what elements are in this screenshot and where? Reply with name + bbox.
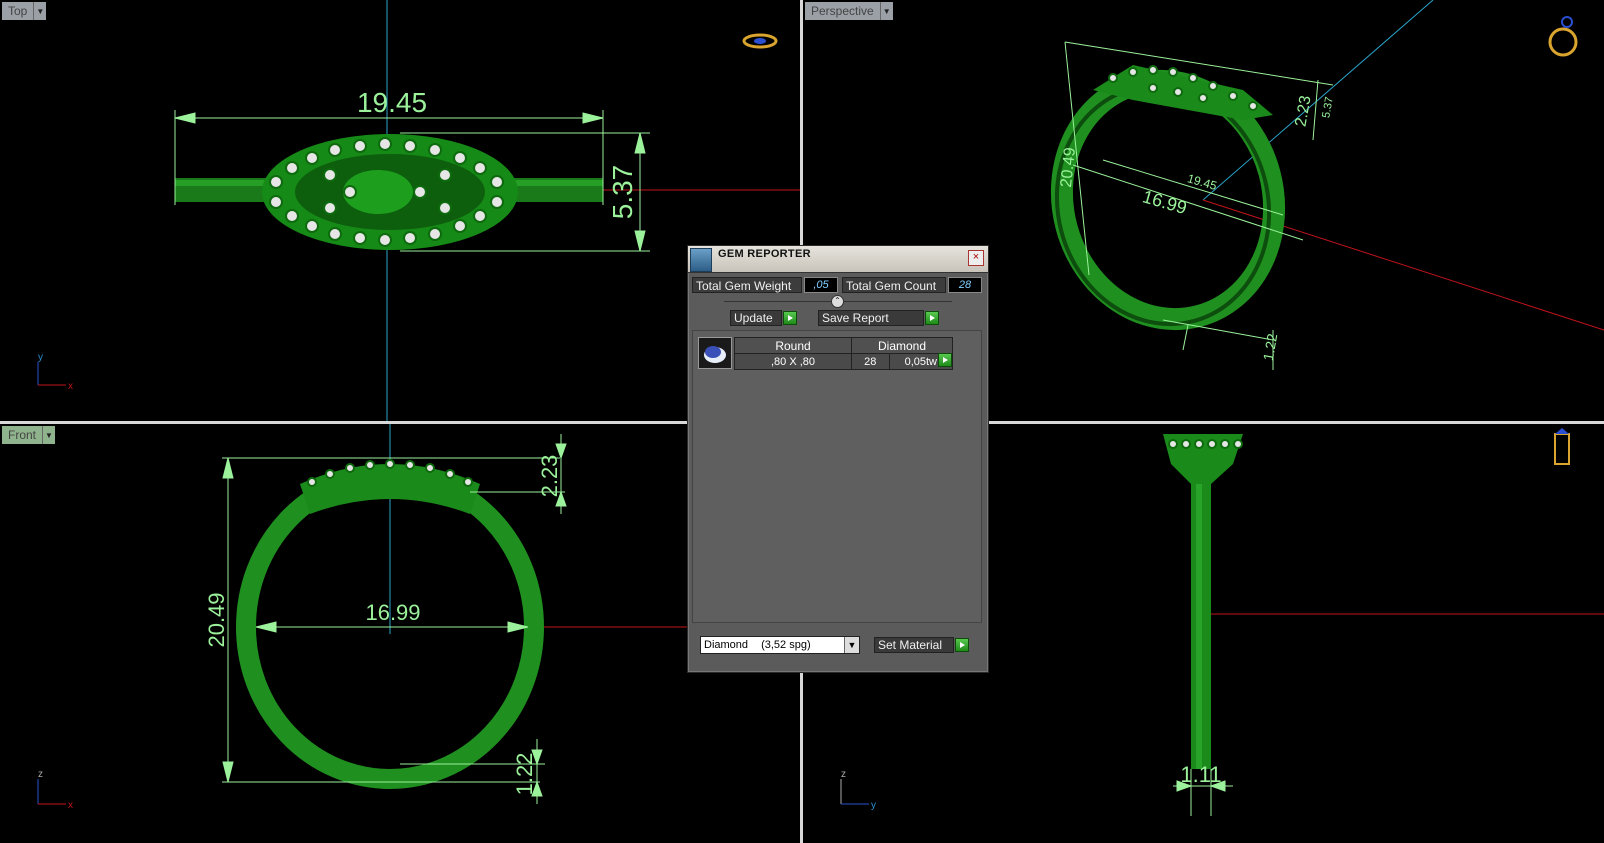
material-name: Diamond xyxy=(704,639,749,651)
ring-nav-icon[interactable] xyxy=(1548,16,1578,57)
front-view-canvas: 20.49 16.99 2.23 1.22 z x xyxy=(37,424,800,811)
dim-label-width: 1.11 xyxy=(1180,762,1221,787)
update-go-icon[interactable] xyxy=(783,311,797,325)
axis-label-z: z xyxy=(841,769,846,780)
viewport-name-front: Front xyxy=(8,428,37,442)
axis-label-z: z xyxy=(38,769,43,780)
dim-label-bottom: 1.22 xyxy=(1260,332,1281,362)
gem-reporter-dialog: GEM REPORTER × Total Gem Weight ,05 Tota… xyxy=(687,245,989,673)
dim-label-bottom: 1.22 xyxy=(512,753,537,796)
ring-shank-highlight xyxy=(1196,469,1202,769)
viewport-menu-perspective[interactable]: Perspective ▼ xyxy=(805,2,893,20)
gem-reporter-logo-icon xyxy=(690,248,712,272)
axis-label-x: x xyxy=(68,800,73,811)
dim-label-width: 19.45 xyxy=(357,87,427,118)
close-button[interactable]: × xyxy=(968,250,984,266)
total-gem-count-value: 28 xyxy=(948,277,982,293)
total-gem-weight-label: Total Gem Weight xyxy=(692,277,802,293)
ring-nav-icon[interactable] xyxy=(742,33,778,49)
row-go-icon[interactable] xyxy=(938,353,952,367)
ring-nav-icon[interactable] xyxy=(1554,428,1570,465)
gem-list-area xyxy=(692,330,982,623)
dialog-title: GEM REPORTER xyxy=(718,248,811,260)
viewport-menu-front[interactable]: Front ▼ xyxy=(2,426,56,444)
dim-label-inner: 16.99 xyxy=(365,600,420,625)
dim-label-top: 2.23 xyxy=(537,455,562,498)
dim-label-inner: 16.99 xyxy=(1140,186,1189,218)
gem-table: Round Diamond ,80 X ,80 28 0,05tw xyxy=(734,337,954,370)
total-gem-count-label: Total Gem Count xyxy=(842,277,946,293)
gem-table-header: Round Diamond xyxy=(734,337,953,354)
axis-label-y: y xyxy=(871,800,876,811)
axis-label-y: y xyxy=(38,352,43,363)
top-viewport[interactable]: 19.45 5.37 y x Top ▼ xyxy=(0,0,800,421)
gem-table-row[interactable]: ,80 X ,80 28 0,05tw xyxy=(734,353,954,370)
cell-size: ,80 X ,80 xyxy=(734,353,852,370)
total-gem-weight-value: ,05 xyxy=(804,277,838,293)
header-shape: Round xyxy=(734,337,852,354)
set-material-go-icon[interactable] xyxy=(955,638,969,652)
save-report-button[interactable]: Save Report xyxy=(818,310,924,326)
round-gem-thumbnail-icon[interactable] xyxy=(698,337,732,369)
axis-label-x: x xyxy=(68,381,73,392)
top-view-canvas: 19.45 5.37 y x xyxy=(37,0,800,421)
material-select[interactable]: Diamond (3,52 spg) ▼ xyxy=(700,636,860,654)
dim-label-top: 2.23 xyxy=(1292,94,1314,128)
dim-label-head: 5.37 xyxy=(1320,96,1336,119)
chevron-down-icon[interactable]: ▼ xyxy=(879,2,893,20)
viewport-menu-top[interactable]: Top ▼ xyxy=(2,2,47,20)
front-viewport[interactable]: 20.49 16.99 2.23 1.22 z x Front ▼ xyxy=(0,424,800,843)
material-sg: (3,52 spg) xyxy=(761,639,811,651)
dim-label-height: 5.37 xyxy=(607,165,638,220)
collapse-toggle-icon[interactable]: ⌃ xyxy=(831,295,844,308)
axis-gizmo: z x xyxy=(37,769,73,811)
chevron-down-icon[interactable]: ▼ xyxy=(42,426,55,444)
dim-label-outer: 20.49 xyxy=(1058,147,1079,189)
viewport-name-top: Top xyxy=(8,4,28,18)
dialog-titlebar[interactable]: GEM REPORTER × xyxy=(688,246,988,273)
save-report-go-icon[interactable] xyxy=(925,311,939,325)
viewport-name-perspective: Perspective xyxy=(811,4,874,18)
update-button[interactable]: Update xyxy=(730,310,782,326)
chevron-down-icon[interactable]: ▼ xyxy=(33,2,46,20)
axis-gizmo: z y xyxy=(840,769,876,811)
set-material-button[interactable]: Set Material xyxy=(874,637,954,653)
axis-gizmo: y x xyxy=(37,352,73,392)
header-material: Diamond xyxy=(851,337,953,354)
chevron-down-icon[interactable]: ▼ xyxy=(844,637,859,653)
dim-label-outer: 20.49 xyxy=(204,592,229,647)
cell-count: 28 xyxy=(851,353,890,370)
